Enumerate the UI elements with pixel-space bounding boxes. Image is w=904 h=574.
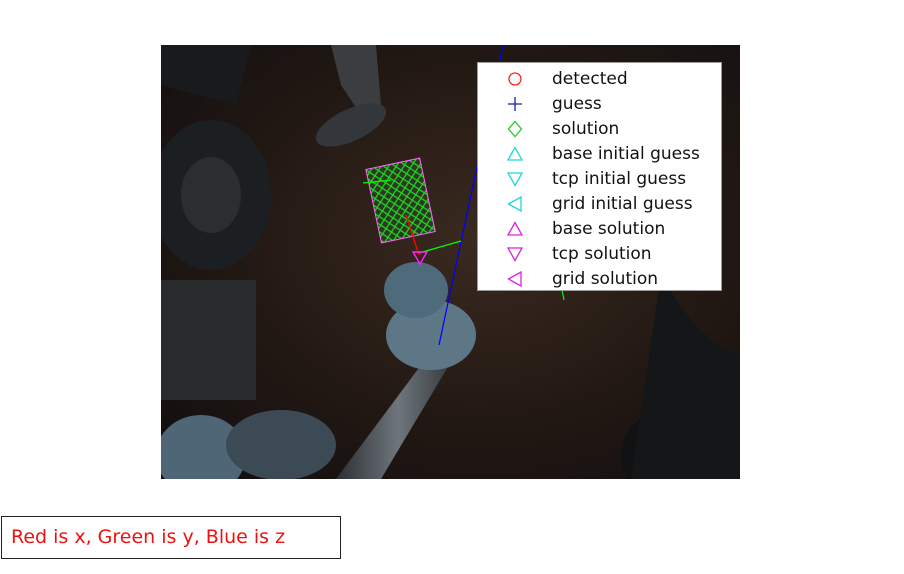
triangle-up-icon <box>506 145 524 163</box>
legend-item: grid solution <box>478 267 721 292</box>
legend-label: grid initial guess <box>552 194 693 214</box>
legend-item: solution <box>478 117 721 142</box>
caption-box: Red is x, Green is y, Blue is z <box>1 516 341 559</box>
legend-item: base solution <box>478 217 721 242</box>
legend-item: tcp initial guess <box>478 167 721 192</box>
legend-label: base solution <box>552 219 666 239</box>
plus-icon <box>506 95 524 113</box>
triangle-left-icon <box>506 270 524 288</box>
legend-label: base initial guess <box>552 144 700 164</box>
legend-label: detected <box>552 69 628 89</box>
circle-icon <box>506 70 524 88</box>
legend-label: guess <box>552 94 602 114</box>
legend-label: tcp solution <box>552 244 652 264</box>
triangle-down-icon <box>506 170 524 188</box>
legend-label: tcp initial guess <box>552 169 687 189</box>
triangle-up-icon <box>506 220 524 238</box>
legend: detected guess solution base initial guess t… <box>477 62 722 291</box>
legend-item: detected <box>478 67 721 92</box>
legend-item: grid initial guess <box>478 192 721 217</box>
triangle-down-icon <box>506 245 524 263</box>
box-object <box>161 280 256 400</box>
triangle-left-icon <box>506 195 524 213</box>
legend-item: guess <box>478 92 721 117</box>
caption-text: Red is x, Green is y, Blue is z <box>11 526 286 548</box>
diamond-icon <box>506 120 524 138</box>
legend-item: base initial guess <box>478 142 721 167</box>
legend-label: solution <box>552 119 620 139</box>
legend-label: grid solution <box>552 269 659 289</box>
legend-item: tcp solution <box>478 242 721 267</box>
